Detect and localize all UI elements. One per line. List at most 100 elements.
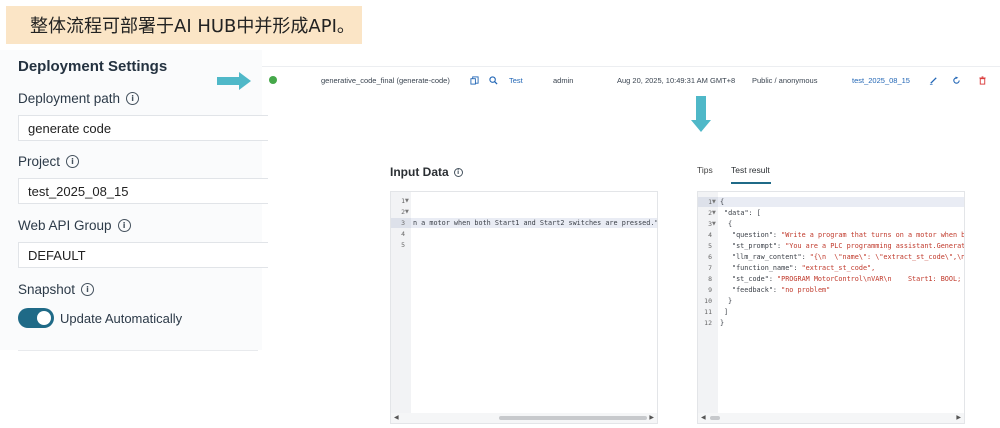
json-key: "question": (732, 231, 782, 239)
line-number: 2 (401, 208, 405, 216)
test-result-editor[interactable]: 1 ▼ 2 ▼ 3 ▼ 4 5 6 7 8 9 10 11 12 { "data… (697, 191, 965, 424)
status-ok-icon (269, 76, 277, 84)
input-data-title: Input Data i (390, 165, 463, 179)
info-icon[interactable]: i (81, 283, 95, 296)
project-label-text: Project (18, 154, 61, 169)
line-number: 10 (704, 297, 712, 305)
update-automatically-label: Update Automatically (60, 311, 183, 326)
code-line: "function_name": "extract_st_code", (732, 264, 875, 272)
deployment-visibility: Public / anonymous (752, 76, 818, 85)
line-number: 5 (708, 242, 712, 250)
input-data-title-text: Input Data (390, 165, 449, 179)
deployment-settings-title: Deployment Settings (18, 58, 168, 75)
panel-divider (18, 350, 258, 351)
delete-icon[interactable] (978, 76, 987, 85)
copy-icon[interactable] (470, 76, 479, 85)
line-number: 2 (708, 209, 712, 217)
arrow-right-icon (217, 72, 251, 90)
json-value: "extract_st_code", (801, 264, 876, 272)
json-value: "PROGRAM MotorControl\nVAR\n Start1: BOO… (777, 275, 962, 283)
edit-icon[interactable] (929, 76, 938, 85)
horizontal-scrollbar[interactable]: ◀ ▶ (698, 413, 964, 423)
info-icon[interactable]: i (453, 167, 463, 177)
fold-arrow-icon[interactable]: ▼ (712, 199, 716, 205)
search-icon[interactable] (489, 76, 498, 85)
code-line: "data": [ (724, 209, 761, 217)
line-number: 3 (708, 220, 712, 228)
scrollbar-thumb[interactable] (710, 416, 720, 420)
code-line: { (728, 220, 733, 228)
deployment-user: admin (553, 76, 574, 85)
scrollbar-thumb[interactable] (499, 416, 647, 420)
info-icon[interactable]: i (126, 92, 140, 105)
json-value: "{\n \"name\": \"extract_st_code\",\n (809, 253, 965, 261)
arrow-down-icon (691, 96, 711, 132)
web-api-group-input[interactable]: DEFAULT (18, 242, 268, 268)
line-number: 4 (401, 230, 405, 238)
json-key: "st_code": (732, 275, 778, 283)
code-line: { (720, 198, 725, 206)
fold-arrow-icon[interactable]: ▼ (405, 198, 409, 204)
code-line: } (720, 319, 725, 327)
code-line: "st_code": "PROGRAM MotorControl\nVAR\n … (732, 275, 961, 283)
code-line: "llm_raw_content": "{\n \"name\": \"extr… (732, 253, 965, 261)
code-line: "feedback": "no problem" (732, 286, 830, 294)
json-value: "no problem" (781, 286, 831, 294)
active-tab-indicator (731, 182, 771, 184)
scroll-left-icon[interactable]: ◀ (394, 414, 399, 421)
json-key: "feedback": (732, 286, 782, 294)
scroll-left-icon[interactable]: ◀ (701, 414, 706, 421)
update-automatically-toggle[interactable] (18, 308, 54, 328)
json-key: "st_prompt": (732, 242, 786, 250)
toggle-knob (37, 311, 51, 325)
line-number: 1 (708, 198, 712, 206)
code-line: n a motor when both Start1 and Start2 sw… (413, 219, 658, 227)
line-number: 11 (704, 308, 712, 316)
project-label: Project i (18, 154, 80, 169)
line-number: 1 (401, 197, 405, 205)
deployment-timestamp: Aug 20, 2025, 10:49:31 AM GMT+8 (617, 76, 736, 85)
horizontal-scrollbar[interactable]: ◀ ▶ (391, 413, 657, 423)
info-icon[interactable]: i (117, 219, 131, 232)
line-number: 12 (704, 319, 712, 327)
deployment-path-input[interactable]: generate code (18, 115, 268, 141)
project-link[interactable]: test_2025_08_15 (852, 76, 910, 85)
scroll-right-icon[interactable]: ▶ (956, 414, 961, 421)
active-line-highlight (718, 197, 964, 207)
snapshot-label: Snapshot i (18, 282, 95, 297)
fold-arrow-icon[interactable]: ▼ (712, 210, 716, 216)
line-number: 4 (708, 231, 712, 239)
deployment-name: generative_code_final (generate-code) (321, 76, 450, 85)
json-value: "You are a PLC programming assistant.Gen… (785, 242, 965, 250)
tab-test-result[interactable]: Test result (731, 165, 770, 175)
scroll-right-icon[interactable]: ▶ (649, 414, 654, 421)
fold-arrow-icon[interactable]: ▼ (712, 221, 716, 227)
line-number: 5 (401, 241, 405, 249)
line-number: 7 (708, 264, 712, 272)
json-key: "function_name": (732, 264, 802, 272)
code-line: "st_prompt": "You are a PLC programming … (732, 242, 965, 250)
code-line: ] (724, 308, 729, 316)
web-api-group-label-text: Web API Group (18, 218, 112, 233)
json-value: "Write a program that turns on a motor w… (781, 231, 965, 239)
web-api-group-label: Web API Group i (18, 218, 131, 233)
line-number: 6 (708, 253, 712, 261)
snapshot-label-text: Snapshot (18, 282, 76, 297)
project-input[interactable]: test_2025_08_15 (18, 178, 268, 204)
fold-arrow-icon[interactable]: ▼ (405, 209, 409, 215)
test-link[interactable]: Test (509, 76, 523, 85)
caption-banner: 整体流程可部署于AI HUB中并形成API。 (6, 6, 362, 44)
input-data-editor[interactable]: 1 ▼ 2 ▼ 3 4 5 n a motor when both Start1… (390, 191, 658, 424)
code-line: } (728, 297, 733, 305)
line-number: 3 (401, 219, 405, 227)
deployment-path-label: Deployment path i (18, 91, 140, 106)
code-line: "question": "Write a program that turns … (732, 231, 965, 239)
json-key: "llm_raw_content": (732, 253, 810, 261)
row-top-border (262, 66, 1000, 67)
tab-tips[interactable]: Tips (697, 165, 713, 175)
line-number: 9 (708, 286, 712, 294)
info-icon[interactable]: i (66, 155, 80, 168)
line-number: 8 (708, 275, 712, 283)
deployment-path-label-text: Deployment path (18, 91, 121, 106)
refresh-icon[interactable] (952, 76, 961, 85)
